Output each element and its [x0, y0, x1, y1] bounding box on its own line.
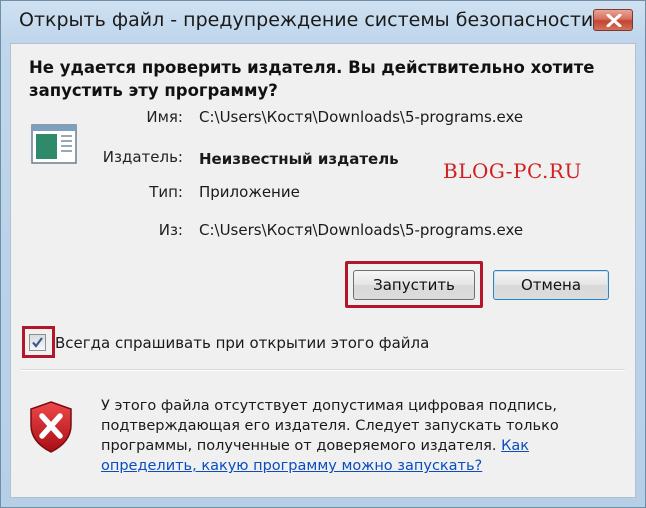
watermark-text: BLOG-PC.RU: [443, 159, 582, 183]
window-title: Открыть файл - предупреждение системы бе…: [19, 9, 594, 31]
close-icon: [606, 14, 622, 27]
always-ask-checkbox[interactable]: [29, 334, 46, 351]
type-value: Приложение: [199, 183, 300, 201]
warning-text: У этого файла отсутствует допустимая циф…: [101, 398, 559, 454]
run-button[interactable]: Запустить: [353, 270, 475, 300]
publisher-label: Издатель:: [102, 148, 183, 166]
always-ask-label[interactable]: Всегда спрашивать при открытии этого фай…: [55, 334, 429, 352]
cancel-button[interactable]: Отмена: [493, 270, 609, 300]
name-value: C:\Users\Костя\Downloads\5-programs.exe: [199, 108, 524, 126]
checkmark-icon: [32, 337, 43, 348]
name-label: Имя:: [146, 108, 183, 126]
close-button[interactable]: [593, 9, 633, 31]
dialog-body: Не удается проверить издателя. Вы действ…: [10, 43, 636, 498]
title-bar[interactable]: Открыть файл - предупреждение системы бе…: [1, 1, 645, 43]
from-label: Из:: [158, 221, 183, 239]
publisher-value: Неизвестный издатель: [199, 150, 399, 168]
from-value: C:\Users\Костя\Downloads\5-programs.exe: [199, 221, 524, 239]
separator: [21, 369, 625, 371]
type-label: Тип:: [149, 183, 183, 201]
security-warning-window: Открыть файл - предупреждение системы бе…: [0, 0, 646, 508]
warning-message: У этого файла отсутствует допустимая циф…: [101, 396, 601, 476]
security-shield-icon: [30, 401, 72, 453]
warning-heading: Не удается проверить издателя. Вы действ…: [29, 58, 595, 100]
